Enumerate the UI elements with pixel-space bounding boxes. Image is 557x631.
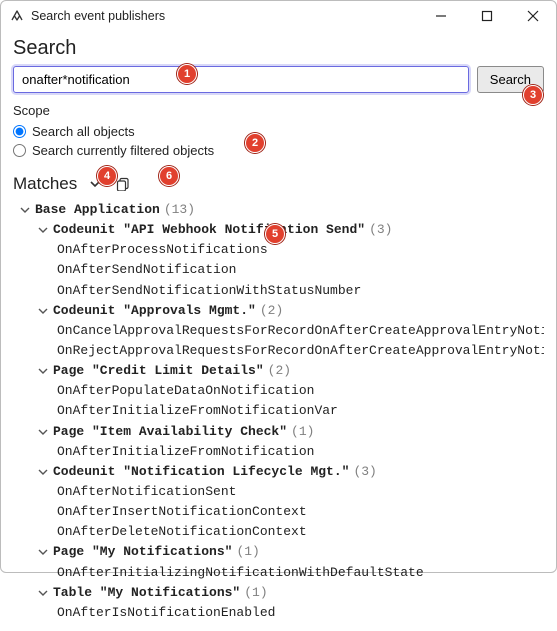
callout-badge-4: 4	[97, 166, 117, 186]
scope-radio-all[interactable]	[13, 125, 26, 138]
chevron-down-icon[interactable]	[37, 546, 49, 558]
tree-leaf-label: OnAfterProcessNotifications	[57, 240, 268, 260]
scope-option-all[interactable]: Search all objects	[13, 122, 544, 141]
tree-node-label: Codeunit "API Webhook Notification Send"	[53, 220, 365, 240]
tree-node[interactable]: Codeunit "Approvals Mgmt."(2)	[13, 301, 544, 321]
scope-label: Scope	[13, 103, 544, 118]
chevron-down-icon[interactable]	[37, 305, 49, 317]
callout-badge-6: 6	[159, 166, 179, 186]
tree-node-label: Codeunit "Notification Lifecycle Mgt."	[53, 462, 349, 482]
chevron-down-icon[interactable]	[37, 224, 49, 236]
chevron-down-icon[interactable]	[37, 426, 49, 438]
tree-leaf[interactable]: OnRejectApprovalRequestsForRecordOnAfter…	[13, 341, 544, 361]
tree-leaf[interactable]: OnCancelApprovalRequestsForRecordOnAfter…	[13, 321, 544, 341]
tree-node[interactable]: Codeunit "Notification Lifecycle Mgt."(3…	[13, 462, 544, 482]
tree-node-count: (1)	[291, 422, 314, 442]
chevron-down-icon[interactable]	[37, 365, 49, 377]
tree-node[interactable]: Table "My Notifications"(1)	[13, 583, 544, 603]
tree-leaf[interactable]: OnAfterInitializeFromNotification	[13, 442, 544, 462]
tree-leaf[interactable]: OnAfterPopulateDataOnNotification	[13, 381, 544, 401]
tree-leaf[interactable]: OnAfterInsertNotificationContext	[13, 502, 544, 522]
scope-option-label: Search all objects	[32, 124, 135, 139]
tree-leaf-label: OnAfterInsertNotificationContext	[57, 502, 307, 522]
app-icon	[9, 8, 25, 24]
tree-node-count: (1)	[236, 542, 259, 562]
search-heading: Search	[13, 37, 544, 60]
tree-node-count: (13)	[164, 200, 195, 220]
tree-node-label: Codeunit "Approvals Mgmt."	[53, 301, 256, 321]
chevron-down-icon[interactable]	[19, 204, 31, 216]
tree-node-label: Page "My Notifications"	[53, 542, 232, 562]
tree-leaf-label: OnCancelApprovalRequestsForRecordOnAfter…	[57, 321, 544, 341]
tree-leaf-label: OnAfterSendNotification	[57, 260, 236, 280]
tree-leaf-label: OnAfterInitializeFromNotification	[57, 442, 314, 462]
search-input[interactable]	[13, 66, 469, 93]
close-button[interactable]	[510, 1, 556, 31]
titlebar: Search event publishers	[1, 1, 556, 31]
tree-leaf[interactable]: OnAfterIsNotificationEnabled	[13, 603, 544, 623]
tree-node[interactable]: Page "Credit Limit Details"(2)	[13, 361, 544, 381]
callout-badge-3: 3	[523, 85, 543, 105]
maximize-button[interactable]	[464, 1, 510, 31]
tree-node-label: Table "My Notifications"	[53, 583, 240, 603]
window-title: Search event publishers	[31, 9, 165, 23]
tree-node-label: Page "Item Availability Check"	[53, 422, 287, 442]
tree-leaf-label: OnAfterIsNotificationEnabled	[57, 603, 275, 623]
chevron-down-icon[interactable]	[37, 466, 49, 478]
tree-leaf-label: OnAfterSendNotificationWithStatusNumber	[57, 281, 361, 301]
tree-leaf[interactable]: OnAfterNotificationSent	[13, 482, 544, 502]
tree-node-count: (2)	[260, 301, 283, 321]
tree-leaf-label: OnRejectApprovalRequestsForRecordOnAfter…	[57, 341, 544, 361]
chevron-down-icon[interactable]	[37, 587, 49, 599]
scope-option-filtered[interactable]: Search currently filtered objects	[13, 141, 544, 160]
tree-node-count: (1)	[244, 583, 267, 603]
tree-node-count: (2)	[268, 361, 291, 381]
tree-node-label: Base Application	[35, 200, 160, 220]
tree-leaf-label: OnAfterNotificationSent	[57, 482, 236, 502]
callout-badge-1: 1	[177, 64, 197, 84]
tree-leaf[interactable]: OnAfterInitializeFromNotificationVar	[13, 401, 544, 421]
tree-node-count: (3)	[353, 462, 376, 482]
callout-badge-5: 5	[265, 224, 285, 244]
minimize-button[interactable]	[418, 1, 464, 31]
tree-leaf-label: OnAfterInitializeFromNotificationVar	[57, 401, 338, 421]
tree-root[interactable]: Base Application(13)	[13, 200, 544, 220]
results-tree: Base Application(13)Codeunit "API Webhoo…	[13, 200, 544, 623]
matches-label: Matches	[13, 174, 77, 194]
tree-leaf[interactable]: OnAfterDeleteNotificationContext	[13, 522, 544, 542]
tree-node[interactable]: Page "My Notifications"(1)	[13, 542, 544, 562]
scope-radio-filtered[interactable]	[13, 144, 26, 157]
scope-option-label: Search currently filtered objects	[32, 143, 214, 158]
tree-node[interactable]: Page "Item Availability Check"(1)	[13, 422, 544, 442]
tree-node-count: (3)	[369, 220, 392, 240]
callout-badge-2: 2	[245, 133, 265, 153]
tree-leaf[interactable]: OnAfterSendNotificationWithStatusNumber	[13, 281, 544, 301]
tree-leaf-label: OnAfterDeleteNotificationContext	[57, 522, 307, 542]
tree-leaf-label: OnAfterPopulateDataOnNotification	[57, 381, 314, 401]
tree-node-label: Page "Credit Limit Details"	[53, 361, 264, 381]
tree-leaf[interactable]: OnAfterSendNotification	[13, 260, 544, 280]
